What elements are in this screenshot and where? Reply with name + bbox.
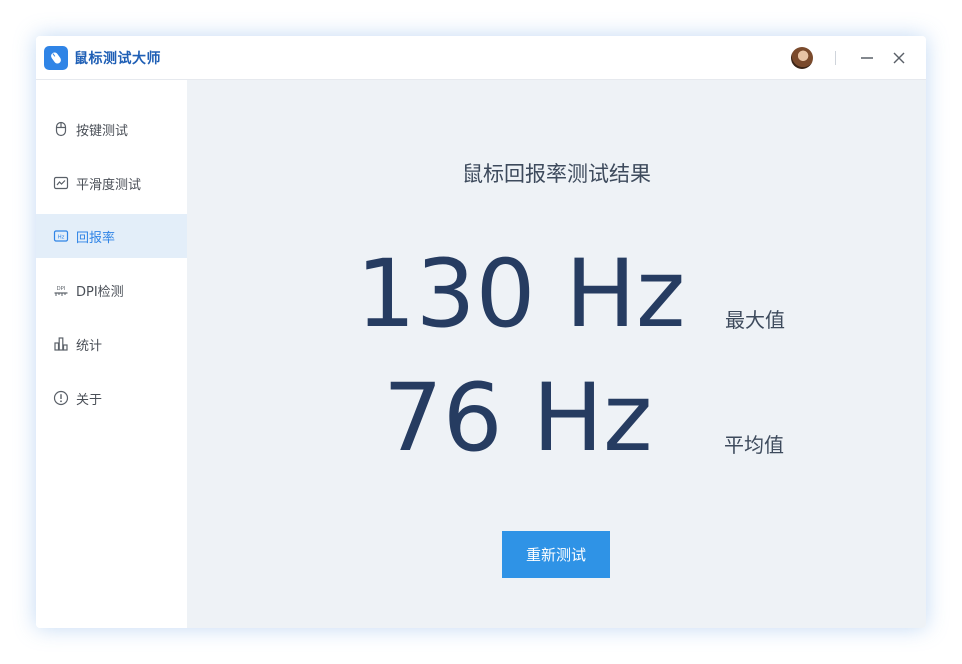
minimize-button[interactable]	[854, 45, 880, 71]
app-title: 鼠标测试大师	[74, 51, 161, 67]
bar-chart-icon	[52, 335, 70, 353]
svg-text:Hz: Hz	[58, 234, 65, 240]
line-chart-icon	[52, 174, 70, 192]
svg-text:DPI: DPI	[57, 286, 66, 292]
app-logo	[44, 46, 68, 70]
sidebar-item-label: DPI检测	[76, 284, 124, 300]
sidebar-item-dpi[interactable]: DPI DPI检测	[36, 268, 187, 312]
avg-rate-value: 76 Hz	[383, 364, 653, 473]
sidebar-item-smoothness-test[interactable]: 平滑度测试	[36, 161, 187, 205]
sidebar-item-label: 按键测试	[76, 123, 129, 139]
sidebar-item-button-test[interactable]: 按键测试	[36, 107, 187, 151]
avg-rate-label: 平均值	[724, 433, 784, 457]
sidebar-item-polling-rate[interactable]: Hz 回报率	[36, 214, 187, 258]
sidebar: 按键测试 平滑度测试 Hz 回报率 DPI DPI检测 统计 关于	[36, 80, 187, 628]
close-button[interactable]	[886, 45, 912, 71]
sidebar-item-label: 统计	[76, 338, 103, 354]
sidebar-item-statistics[interactable]: 统计	[36, 322, 187, 366]
info-icon	[52, 389, 70, 407]
retest-button[interactable]: 重新测试	[502, 531, 610, 578]
titlebar-separator	[835, 51, 836, 65]
sidebar-item-label: 关于	[76, 392, 103, 408]
stage: 鼠标测试大师 按键测试 平滑度测试 Hz 回报率 DPI DPI检测 统计 关于…	[0, 0, 962, 664]
sidebar-item-label: 回报率	[76, 230, 116, 246]
titlebar-controls	[791, 36, 912, 80]
close-icon	[893, 52, 905, 64]
mouse-icon	[51, 52, 61, 64]
titlebar: 鼠标测试大师	[36, 36, 926, 80]
max-rate-value: 130 Hz	[356, 240, 686, 349]
hz-icon: Hz	[52, 227, 70, 245]
mouse-icon	[52, 120, 70, 138]
result-title: 鼠标回报率测试结果	[462, 162, 651, 186]
main-panel: 鼠标回报率测试结果 130 Hz 最大值 76 Hz 平均值 重新测试	[187, 80, 926, 628]
sidebar-item-about[interactable]: 关于	[36, 376, 187, 420]
app-window: 鼠标测试大师 按键测试 平滑度测试 Hz 回报率 DPI DPI检测 统计 关于…	[36, 36, 926, 628]
minimize-icon	[861, 57, 873, 59]
user-avatar[interactable]	[791, 47, 813, 69]
max-rate-label: 最大值	[725, 308, 785, 332]
dpi-icon: DPI	[52, 281, 70, 299]
sidebar-item-label: 平滑度测试	[76, 177, 142, 193]
